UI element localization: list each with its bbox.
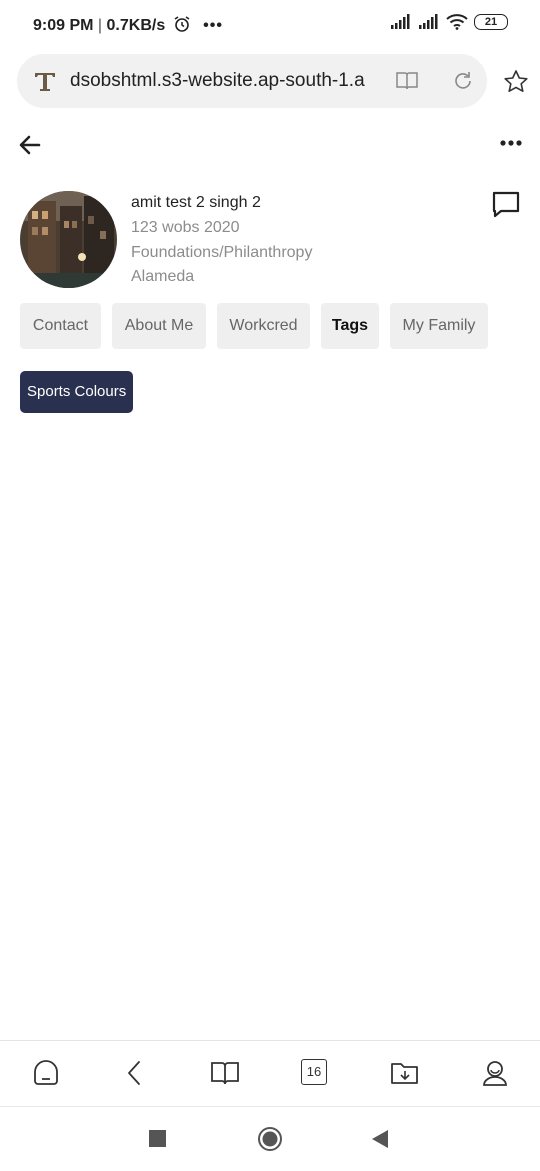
profile-location: Alameda [131,268,195,285]
avatar [20,191,117,288]
tab-tags[interactable]: Tags [321,303,379,349]
chat-message-icon[interactable] [491,190,521,220]
clock-time: 9:09 PM [33,17,94,34]
tab-my-family[interactable]: My Family [390,303,488,349]
browser-bottom-nav: 16 [0,1040,540,1107]
downloads-folder-icon[interactable] [390,1059,420,1087]
system-back-icon[interactable] [371,1129,389,1149]
more-options-icon[interactable] [500,139,522,147]
wifi-icon [446,14,468,30]
back-arrow-icon[interactable] [18,134,42,156]
recent-apps-icon[interactable] [149,1130,166,1147]
profile-icon[interactable] [481,1059,509,1087]
system-nav-bar [0,1106,540,1171]
avatar-photo [20,191,117,288]
profile-category: Foundations/Philanthropy [131,244,313,261]
network-speed: 0.7KB/s [106,17,166,34]
tab-about-me[interactable]: About Me [112,303,206,349]
status-bar: 9:09 PM | 0.7KB/s ••• 21 [0,0,540,50]
reader-mode-icon[interactable] [395,70,419,92]
home-button-icon[interactable] [257,1126,283,1152]
status-time: 9:09 PM | 0.7KB/s ••• [33,15,223,35]
bookmarks-icon[interactable] [210,1059,240,1087]
signal-icon [391,14,410,29]
nav-back-icon[interactable] [124,1059,144,1087]
reload-icon[interactable] [452,70,474,92]
battery-indicator: 21 [474,14,508,30]
site-logo-icon [35,73,55,91]
tab-workcred[interactable]: Workcred [217,303,310,349]
home-icon[interactable] [32,1059,60,1087]
bookmark-star-icon[interactable] [503,69,529,95]
more-notifications-icon: ••• [203,17,223,34]
separator: | [97,17,107,34]
url-text[interactable]: dsobshtml.s3-website.ap-south-1.a [70,70,370,92]
address-bar[interactable]: dsobshtml.s3-website.ap-south-1.a [17,54,487,108]
alarm-icon [174,16,190,32]
tag-chip[interactable]: Sports Colours [20,371,134,413]
status-icons: 21 [390,14,508,30]
signal-icon-2 [419,14,438,29]
profile-name: amit test 2 singh 2 [131,194,261,211]
tabs-count-icon[interactable]: 16 [301,1059,327,1085]
tab-contact[interactable]: Contact [20,303,101,349]
profile-wobs: 123 wobs 2020 [131,219,240,236]
